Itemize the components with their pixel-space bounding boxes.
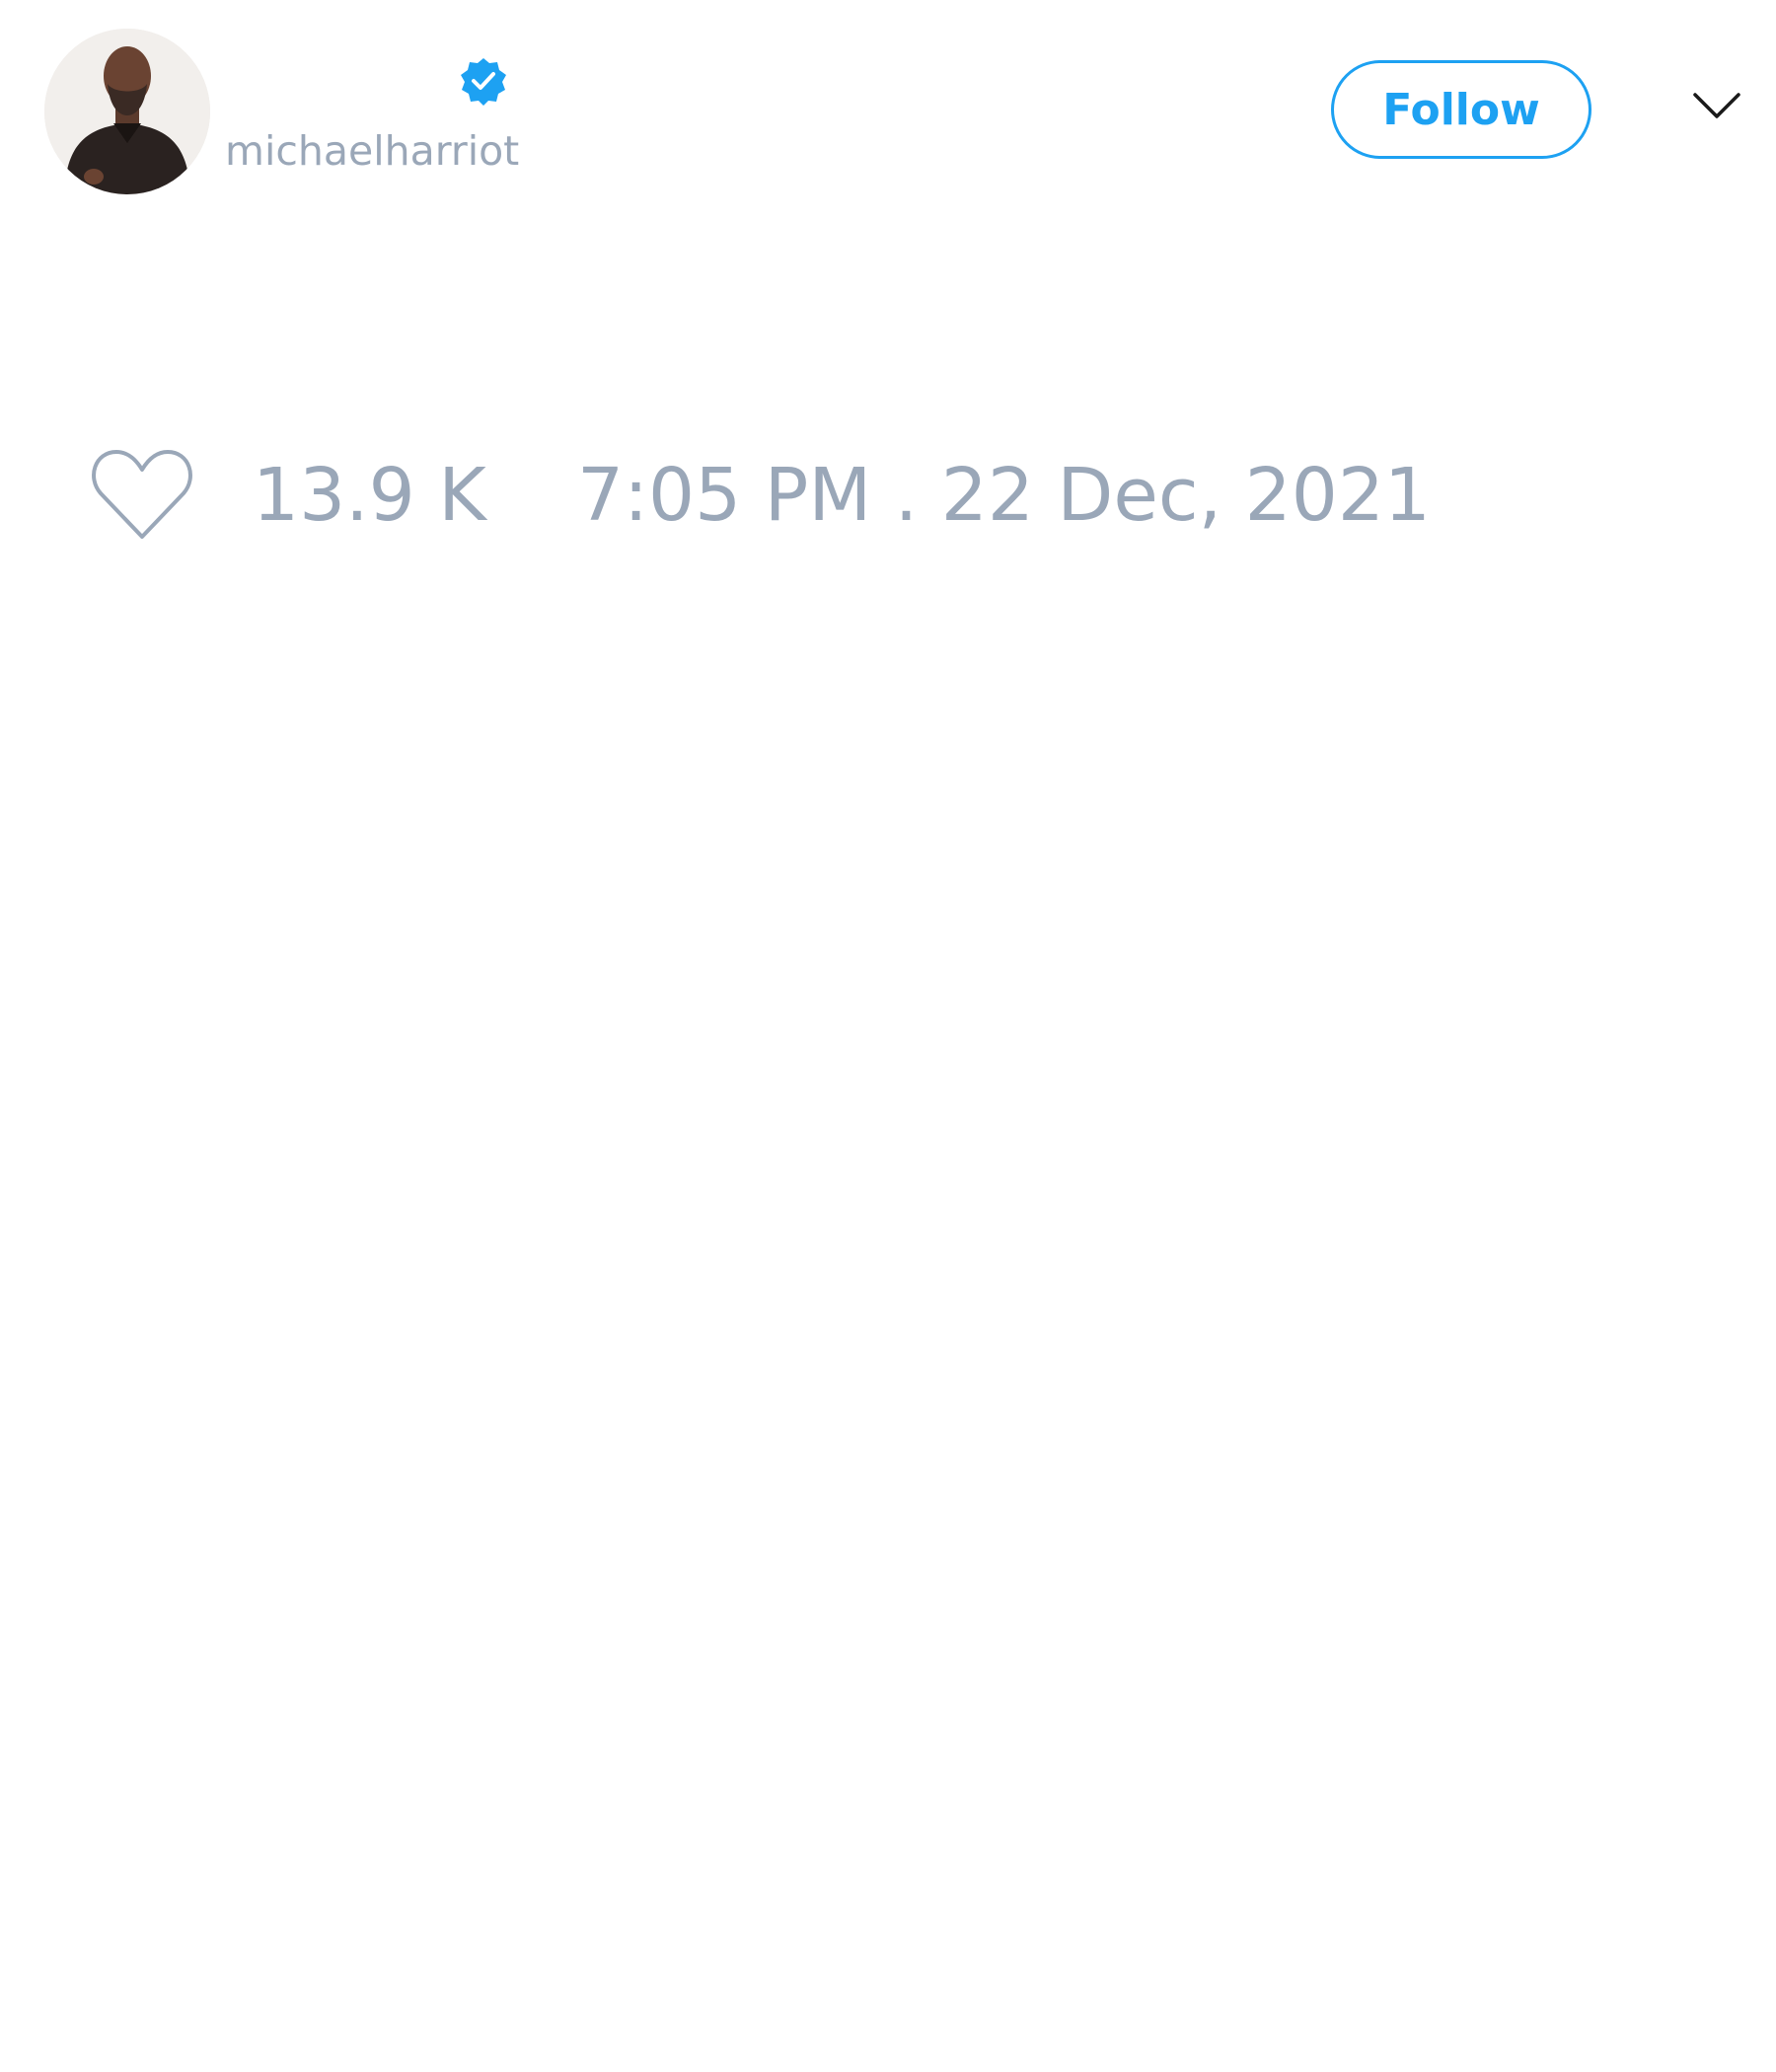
chevron-down-icon[interactable] bbox=[1692, 91, 1741, 120]
heart-icon[interactable] bbox=[89, 446, 195, 545]
tweet-card: michaelharriot Follow 13.9 K 7:05 PM . 2… bbox=[0, 0, 1776, 2072]
avatar-photo bbox=[44, 29, 210, 194]
follow-button[interactable]: Follow bbox=[1331, 60, 1591, 159]
author-handle[interactable]: michaelharriot bbox=[225, 126, 519, 176]
avatar[interactable] bbox=[44, 29, 210, 194]
like-count: 13.9 K bbox=[253, 453, 486, 538]
tweet-timestamp[interactable]: 7:05 PM . 22 Dec, 2021 bbox=[577, 454, 1431, 537]
verified-badge-icon bbox=[461, 58, 506, 106]
